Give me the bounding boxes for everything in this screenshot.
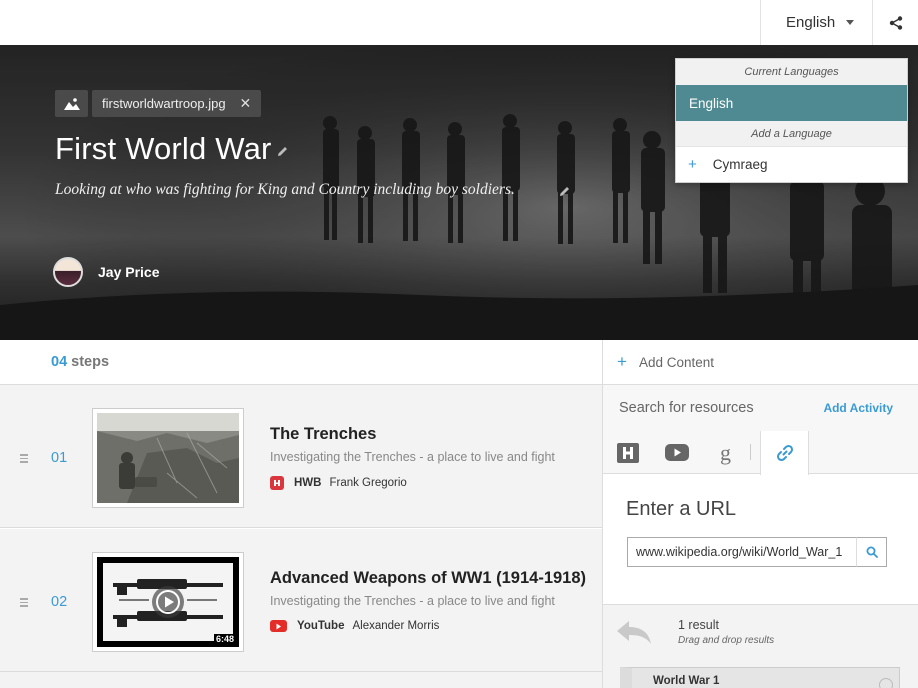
edit-subtitle-icon[interactable]	[558, 185, 571, 198]
play-icon[interactable]	[151, 585, 185, 619]
chevron-right-icon[interactable]	[879, 678, 893, 688]
url-search-button[interactable]	[856, 537, 887, 567]
plus-icon: +	[617, 352, 627, 371]
steps-header: 04 steps	[0, 340, 602, 385]
step-thumbnail[interactable]	[92, 408, 244, 508]
youtube-icon	[270, 620, 287, 632]
result-hint: Drag and drop results	[678, 635, 775, 646]
current-languages-header: Current Languages	[676, 59, 907, 85]
url-input[interactable]: www.wikipedia.org/wiki/World_War_1	[627, 537, 857, 567]
url-input-value: www.wikipedia.org/wiki/World_War_1	[636, 545, 843, 559]
step-number: 01	[51, 450, 68, 466]
tab-divider	[750, 444, 751, 460]
url-heading: Enter a URL	[626, 498, 737, 520]
back-arrow-icon[interactable]	[615, 619, 653, 645]
language-option-current[interactable]: English	[676, 85, 907, 121]
drag-handle-icon[interactable]	[20, 598, 28, 607]
step-meta: YouTube Alexander Morris	[270, 620, 439, 632]
hwb-icon	[616, 442, 639, 463]
cover-image-chip: firstworldwartroop.jpg ✕	[55, 90, 262, 117]
plus-icon: +	[688, 155, 697, 173]
tab-google[interactable]: g	[701, 431, 750, 474]
result-count: 1 result	[678, 618, 719, 632]
language-selector-label: English	[786, 14, 836, 31]
step-title[interactable]: Advanced Weapons of WW1 (1914-1918)	[270, 569, 586, 588]
add-content-button[interactable]: + Add Content	[603, 340, 918, 385]
language-dropdown: Current Languages English Add a Language…	[675, 58, 908, 183]
step-author: Frank Gregorio	[329, 477, 407, 489]
step-source: YouTube	[297, 620, 345, 632]
tab-hwb[interactable]	[603, 431, 652, 474]
image-icon	[63, 97, 80, 110]
step-description: Investigating the Trenches - a place to …	[270, 594, 555, 608]
top-bar: English	[0, 0, 918, 45]
step-row[interactable]	[0, 672, 602, 688]
tab-link[interactable]	[760, 431, 809, 475]
steps-count: 04	[51, 354, 68, 370]
page-title[interactable]: First World War	[55, 131, 272, 167]
add-activity-link[interactable]: Add Activity	[823, 401, 893, 415]
add-language-option[interactable]: + Cymraeg	[676, 147, 907, 181]
share-button[interactable]	[872, 0, 918, 45]
drag-handle-icon[interactable]	[20, 454, 28, 463]
add-language-header: Add a Language	[676, 121, 907, 147]
youtube-icon	[664, 444, 689, 461]
result-item[interactable]: World War 1	[620, 667, 900, 688]
trench-photo	[97, 413, 239, 503]
steps-label: steps	[71, 354, 110, 370]
cover-image-file: firstworldwartroop.jpg ✕	[92, 90, 262, 117]
page-subtitle[interactable]: Looking at who was fighting for King and…	[55, 181, 515, 199]
step-author: Alexander Morris	[352, 620, 440, 632]
share-icon	[889, 15, 902, 30]
content-panel: + Add Content Search for resources Add A…	[602, 340, 918, 688]
google-icon: g	[720, 439, 731, 465]
step-title[interactable]: The Trenches	[270, 425, 376, 444]
results-panel: 1 result Drag and drop results World War…	[603, 604, 918, 688]
search-resources-label[interactable]: Search for resources	[619, 400, 754, 416]
resource-source-tabs: g	[603, 431, 918, 475]
step-thumbnail[interactable]: 6:48	[92, 552, 244, 652]
step-source: HWB	[294, 477, 322, 489]
link-icon	[776, 444, 793, 462]
change-image-button[interactable]	[55, 90, 88, 117]
cover-image-filename: firstworldwartroop.jpg	[102, 96, 226, 111]
author-name[interactable]: Jay Price	[98, 264, 160, 280]
step-row[interactable]: 02 6:48 Advanced Weapons of WW1 (1914-19…	[0, 529, 602, 672]
language-selector-button[interactable]: English	[760, 0, 872, 45]
step-number: 02	[51, 594, 68, 610]
video-duration: 6:48	[213, 634, 236, 644]
url-entry-area: Enter a URL www.wikipedia.org/wiki/World…	[603, 474, 918, 604]
hwb-icon	[270, 476, 284, 490]
result-title: World War 1	[653, 675, 720, 687]
step-row[interactable]: 01 The Trenches Investigating the Trench…	[0, 385, 602, 528]
remove-image-icon[interactable]: ✕	[240, 95, 252, 112]
resource-search-row: Search for resources Add Activity	[603, 385, 918, 431]
add-language-label: Cymraeg	[712, 156, 768, 172]
chevron-down-icon	[846, 20, 854, 25]
add-content-label: Add Content	[638, 354, 714, 370]
edit-title-icon[interactable]	[276, 145, 289, 158]
search-icon	[866, 546, 878, 558]
language-option-label: English	[689, 95, 734, 111]
step-description: Investigating the Trenches - a place to …	[270, 450, 555, 464]
tab-youtube[interactable]	[652, 431, 701, 474]
avatar[interactable]	[53, 257, 83, 287]
step-meta: HWB Frank Gregorio	[270, 476, 407, 490]
